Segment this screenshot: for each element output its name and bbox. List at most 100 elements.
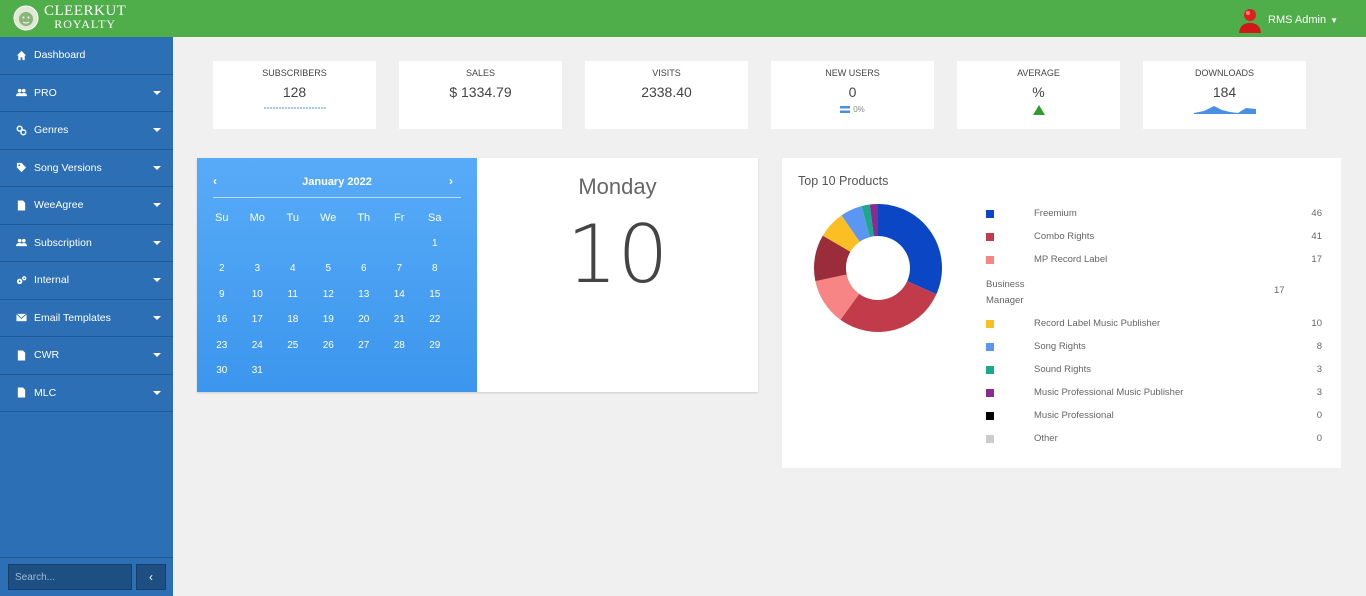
legend-label: Song Rights [1034,341,1086,352]
next-month-button[interactable]: › [449,174,453,188]
legend-swatch [986,210,994,218]
calendar-day[interactable]: 26 [311,340,347,351]
calendar-day[interactable]: 21 [382,314,418,325]
stat-value: 2338.40 [641,84,692,100]
calendar-day[interactable]: 25 [275,340,311,351]
calendar-day[interactable]: 12 [311,289,347,300]
calendar-day[interactable]: 13 [346,289,382,300]
legend-value: 46 [1311,208,1322,219]
chevron-down-icon [153,165,161,170]
calendar-day[interactable]: 23 [204,340,240,351]
sidebar-item-song-versions[interactable]: Song Versions [0,150,173,187]
calendar-day[interactable]: 16 [204,314,240,325]
chevron-down-icon [153,128,161,132]
chevron-down-icon [153,315,161,320]
sidebar-item-label: CWR [34,349,60,362]
prev-month-button[interactable]: ‹ [213,174,217,188]
calendar-header: ‹ January 2022 › [213,174,461,198]
calendar-day[interactable]: 29 [417,340,453,351]
calendar-day[interactable]: 15 [417,289,453,300]
sidebar-item-cwr[interactable]: CWR [0,337,173,375]
calendar-day[interactable]: 19 [311,314,347,325]
sidebar-item-label: PRO [34,86,57,99]
weekday-label: We [320,211,337,224]
sidebar-item-dashboard[interactable]: Dashboard [0,37,173,75]
calendar-day[interactable]: 6 [346,263,382,274]
search-input[interactable] [8,564,132,590]
calendar-day[interactable]: 24 [240,340,276,351]
day-number: 10 [566,208,669,301]
brand-logo[interactable]: CLEERKUT ROYALTY [12,3,126,33]
panel-title: Top 10 Products [798,174,889,188]
stat-value: $ 1334.79 [449,84,512,100]
calendar-day[interactable]: 30 [204,365,240,376]
legend-label: Other [1034,433,1058,444]
legend-value: 17 [1311,254,1322,265]
sidebar-item-weeagree[interactable]: WeeAgree [0,187,173,225]
chevron-down-icon [153,353,161,357]
donut-slice-freemium[interactable] [878,204,942,295]
calendar-day[interactable]: 3 [240,263,276,274]
calendar-grid: Su Mo Tu We Th Fr Sa 1 2 3 4 5 6 7 8 9 10 11 12 13 14 15 16 17 1… [204,205,470,384]
calendar-day[interactable]: 11 [275,289,311,300]
sidebar-item-internal[interactable]: Internal [0,262,173,300]
link-icon [14,123,28,137]
collapse-sidebar-button[interactable]: ‹ [136,564,166,590]
calendar-day[interactable]: 22 [417,314,453,325]
calendar-day[interactable]: 4 [275,263,311,274]
stat-title: NEW USERS [825,68,880,78]
users-icon [14,236,28,250]
stat-card-downloads: DOWNLOADS 184 [1143,61,1306,129]
file-icon [14,198,28,212]
sidebar-item-email-templates[interactable]: Email Templates [0,300,173,337]
legend-label: Music Professional Music Publisher [1034,387,1184,398]
sidebar-item-label: Dashboard [34,49,86,62]
stat-card-subscribers: SUBSCRIBERS 128 [213,61,376,129]
triangle-up-icon [1032,105,1045,115]
donut-slice-combo-rights[interactable] [840,281,937,332]
calendar-day-panel: Monday 10 [477,158,758,392]
weekday-name: Monday [578,174,657,199]
top-products-panel: Top 10 Products Freemium 46 Combo Rights 41… [782,158,1341,468]
stat-value: % [1032,84,1045,100]
stat-value: 184 [1212,84,1237,100]
calendar-day[interactable]: 1 [417,238,453,249]
legend-swatch [986,256,994,264]
legend-label: Music Professional [1034,410,1114,421]
chevron-down-icon [153,278,161,282]
legend-value: 41 [1311,231,1322,242]
home-icon [14,48,28,62]
calendar-day[interactable]: 8 [417,263,453,274]
calendar-day[interactable]: 2 [204,263,240,274]
calendar-day[interactable]: 17 [240,314,276,325]
sidebar-item-pro[interactable]: PRO [0,75,173,112]
stat-card-average: AVERAGE % [957,61,1120,129]
calendar-day[interactable]: 28 [382,340,418,351]
legend-value: 0 [1316,410,1322,421]
legend-swatch [986,366,994,374]
weekday-label: Fr [394,211,405,224]
calendar-day[interactable]: 27 [346,340,382,351]
legend-value: 10 [1311,318,1322,329]
stat-card-visits: VISITS 2338.40 [585,61,748,129]
calendar-week-row: 23 24 25 26 27 28 29 [204,333,470,359]
calendar-day[interactable]: 9 [204,289,240,300]
calendar-day[interactable]: 7 [382,263,418,274]
weekday-label: Mo [249,211,265,224]
sidebar-item-subscription[interactable]: Subscription [0,225,173,262]
legend-swatch [986,343,994,351]
calendar-day[interactable]: 18 [275,314,311,325]
legend-label: Business Manager [986,279,1025,306]
legend-swatch [986,389,994,397]
calendar-month-label: January 2022 [302,176,372,188]
calendar-day[interactable]: 10 [240,289,276,300]
user-menu[interactable]: RMS Admin ▼ [1236,6,1338,34]
calendar-day[interactable]: 5 [311,263,347,274]
calendar-day[interactable]: 14 [382,289,418,300]
calendar-day[interactable]: 31 [240,365,276,376]
sidebar-item-genres[interactable]: Genres [0,112,173,150]
calendar-day[interactable]: 20 [346,314,382,325]
stat-title: SALES [465,68,496,78]
sidebar-item-label: Internal [34,274,70,287]
sidebar-item-mlc[interactable]: MLC [0,375,173,412]
